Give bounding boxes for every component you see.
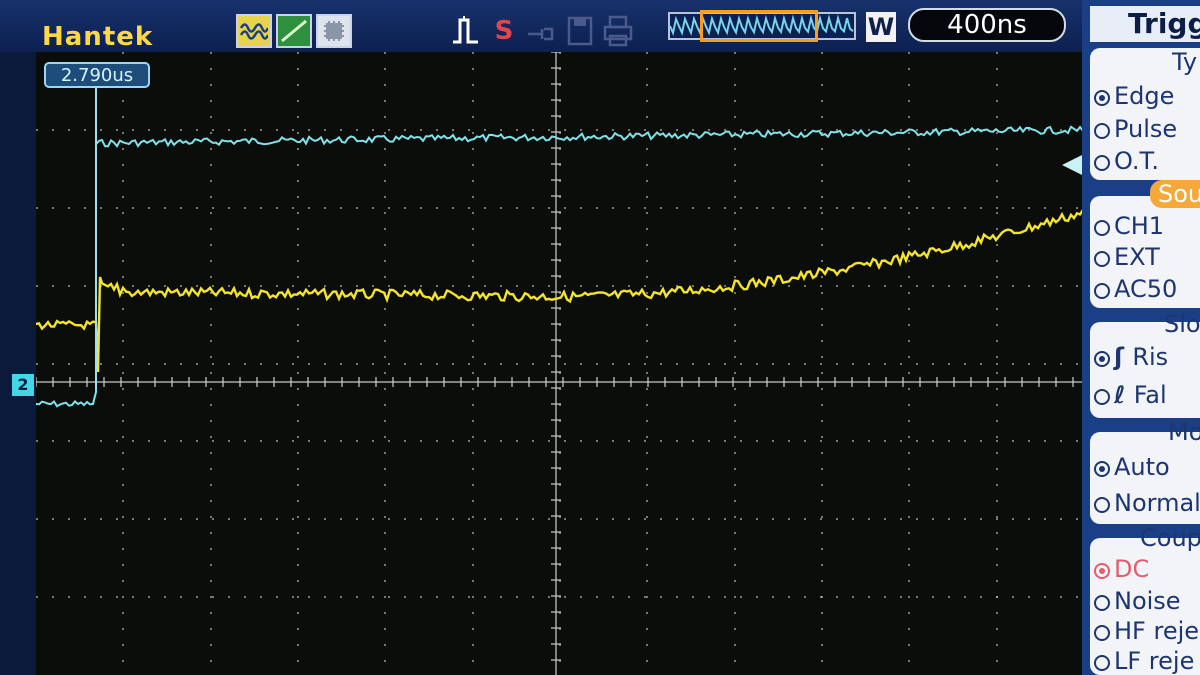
chip-icon[interactable] bbox=[316, 14, 352, 48]
coupling-heading: Coup bbox=[1140, 524, 1200, 552]
type-option-pulse[interactable]: Pulse bbox=[1094, 115, 1177, 143]
slope-option-rise[interactable]: ʃ Ris bbox=[1094, 343, 1168, 371]
trigger-level-marker[interactable] bbox=[1062, 154, 1084, 176]
channel2-trace bbox=[36, 125, 1084, 408]
save-icon[interactable] bbox=[564, 14, 596, 48]
coupling-option-hf[interactable]: HF reje bbox=[1094, 617, 1199, 645]
type-option-ot[interactable]: O.T. bbox=[1094, 147, 1159, 175]
type-option-edge[interactable]: Edge bbox=[1094, 82, 1174, 110]
type-heading: Ty bbox=[1172, 48, 1198, 76]
source-heading: Sou bbox=[1150, 180, 1200, 208]
mode-option-auto[interactable]: Auto bbox=[1094, 453, 1170, 481]
cursor-time-label: 2.790us bbox=[44, 62, 150, 88]
print-icon[interactable] bbox=[602, 14, 634, 48]
pulse-icon[interactable] bbox=[450, 14, 482, 48]
ramp-icon[interactable] bbox=[276, 14, 312, 48]
waveform-plot bbox=[36, 52, 1084, 675]
coupling-option-lf[interactable]: LF reje bbox=[1094, 647, 1194, 675]
source-option-ch1[interactable]: CH1 bbox=[1094, 212, 1164, 240]
brand-logo: Hantek bbox=[42, 22, 154, 52]
mode-heading: Mo bbox=[1168, 418, 1200, 446]
timebase-readout[interactable]: 400ns bbox=[908, 8, 1066, 42]
source-option-ac50[interactable]: AC50 bbox=[1094, 275, 1177, 303]
status-icon-group: S bbox=[450, 14, 634, 48]
source-option-ext[interactable]: EXT bbox=[1094, 243, 1160, 271]
mode-option-normal[interactable]: Normal bbox=[1094, 489, 1200, 517]
channel-icon-group bbox=[236, 14, 352, 48]
slope-heading: Slo bbox=[1164, 310, 1200, 338]
s-icon[interactable]: S bbox=[488, 14, 520, 48]
waveform-screen[interactable] bbox=[36, 52, 1084, 675]
trigger-menu-title: Trigg bbox=[1090, 6, 1200, 42]
slope-option-fall[interactable]: ℓ Fal bbox=[1094, 381, 1167, 409]
memory-window-indicator[interactable] bbox=[700, 10, 818, 42]
coupling-option-dc[interactable]: DC bbox=[1094, 555, 1149, 583]
wave-icon[interactable] bbox=[236, 14, 272, 48]
coupling-option-noise[interactable]: Noise bbox=[1094, 587, 1181, 615]
window-mode-button[interactable]: W bbox=[866, 12, 896, 42]
channel2-ground-marker[interactable]: 2 bbox=[12, 374, 34, 396]
cursor-line[interactable] bbox=[95, 88, 97, 388]
probe-icon[interactable] bbox=[526, 14, 558, 48]
channel1-trace bbox=[36, 209, 1084, 373]
